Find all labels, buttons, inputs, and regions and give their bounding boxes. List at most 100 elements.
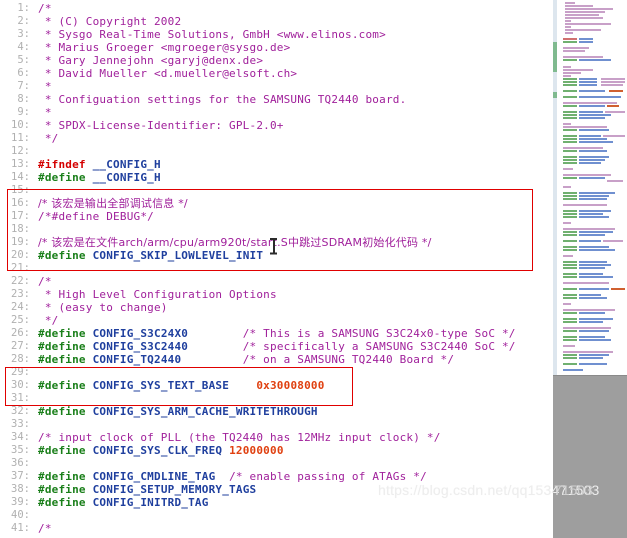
code-text[interactable]: #define CONFIG_SYS_CLK_FREQ 12000000 bbox=[38, 444, 284, 457]
code-line[interactable]: 2 * (C) Copyright 2002 bbox=[0, 15, 553, 28]
code-line[interactable]: 12 bbox=[0, 145, 553, 158]
minimap-line-mark bbox=[563, 336, 577, 338]
code-text[interactable]: /* bbox=[38, 522, 52, 535]
code-text[interactable]: #define __CONFIG_H bbox=[38, 171, 161, 184]
minimap-line-mark bbox=[563, 81, 577, 83]
code-text[interactable]: /* input clock of PLL (the TQ2440 has 12… bbox=[38, 431, 441, 444]
minimap-line-mark bbox=[563, 117, 577, 119]
minimap-pane[interactable] bbox=[553, 0, 627, 538]
code-text[interactable]: #define CONFIG_INITRD_TAG bbox=[38, 496, 209, 509]
minimap-line-mark bbox=[601, 78, 625, 80]
minimap-viewport-marker-secondary[interactable] bbox=[553, 92, 557, 98]
code-text[interactable]: #define CONFIG_TQ2440 /* on a SAMSUNG TQ… bbox=[38, 353, 454, 366]
minimap-line-mark bbox=[579, 267, 605, 269]
code-line[interactable]: 16 /* 该宏是输出全部调试信息 */ bbox=[0, 197, 553, 210]
minimap-line-mark bbox=[565, 5, 593, 7]
code-line[interactable]: 11 */ bbox=[0, 132, 553, 145]
code-text[interactable]: #define CONFIG_CMDLINE_TAG /* enable pas… bbox=[38, 470, 427, 483]
line-number: 5 bbox=[0, 54, 30, 67]
code-line[interactable]: 22 /* bbox=[0, 275, 553, 288]
minimap-line-mark bbox=[563, 69, 593, 71]
code-text[interactable]: #define CONFIG_SKIP_LOWLEVEL_INIT bbox=[38, 249, 263, 262]
code-line[interactable]: 36 bbox=[0, 457, 553, 470]
code-line[interactable]: 7 * bbox=[0, 80, 553, 93]
code-text[interactable]: * Marius Groeger <mgroeger@sysgo.de> bbox=[38, 41, 290, 54]
code-line[interactable]: 41 /* bbox=[0, 522, 553, 535]
minimap-line-mark bbox=[563, 228, 615, 230]
code-line[interactable]: 13 #ifndef __CONFIG_H bbox=[0, 158, 553, 171]
minimap-end-divider bbox=[553, 375, 627, 376]
code-text[interactable]: * Gary Jennejohn <garyj@denx.de> bbox=[38, 54, 263, 67]
code-line[interactable]: 30 #define CONFIG_SYS_TEXT_BASE 0x3000800… bbox=[0, 379, 553, 392]
code-text[interactable]: /* bbox=[38, 2, 52, 15]
minimap-overview-ruler[interactable] bbox=[553, 0, 557, 376]
code-line[interactable]: 5 * Gary Jennejohn <garyj@denx.de> bbox=[0, 54, 553, 67]
code-line[interactable]: 27 #define CONFIG_S3C2440 /* specifically… bbox=[0, 340, 553, 353]
code-line[interactable]: 14 #define __CONFIG_H bbox=[0, 171, 553, 184]
line-number: 11 bbox=[0, 132, 30, 145]
code-line[interactable]: 3 * Sysgo Real-Time Solutions, GmbH <www… bbox=[0, 28, 553, 41]
code-line[interactable]: 24 * (easy to change) bbox=[0, 301, 553, 314]
code-text[interactable]: #define CONFIG_S3C24X0 /* This is a SAMS… bbox=[38, 327, 516, 340]
code-text[interactable]: * Configuation settings for the SAMSUNG … bbox=[38, 93, 406, 106]
code-line[interactable]: 1 /* bbox=[0, 2, 553, 15]
code-line[interactable]: 8 * Configuation settings for the SAMSUN… bbox=[0, 93, 553, 106]
code-editor-pane[interactable]: 1/*2 * (C) Copyright 20023 * Sysgo Real-… bbox=[0, 0, 553, 538]
code-line[interactable]: 15 bbox=[0, 184, 553, 197]
code-line[interactable]: 40 bbox=[0, 509, 553, 522]
code-line[interactable]: 26 #define CONFIG_S3C24X0 /* This is a SA… bbox=[0, 327, 553, 340]
code-line[interactable]: 23 * High Level Configuration Options bbox=[0, 288, 553, 301]
code-line[interactable]: 17 /*#define DEBUG*/ bbox=[0, 210, 553, 223]
line-number: 41 bbox=[0, 522, 30, 535]
code-line[interactable]: 6 * David Mueller <d.mueller@elsoft.ch> bbox=[0, 67, 553, 80]
code-text[interactable]: /* bbox=[38, 275, 52, 288]
code-text[interactable]: */ bbox=[38, 314, 58, 327]
code-text[interactable]: /* 该宏是在文件arch/arm/cpu/arm920t/start.S中跳过… bbox=[38, 236, 432, 249]
minimap-line-mark bbox=[563, 41, 577, 43]
minimap-line-mark bbox=[579, 38, 593, 40]
line-number: 28 bbox=[0, 353, 30, 366]
code-line[interactable]: 9 * bbox=[0, 106, 553, 119]
code-text[interactable]: #define CONFIG_S3C2440 /* specifically a… bbox=[38, 340, 516, 353]
code-line[interactable]: 33 bbox=[0, 418, 553, 431]
minimap-viewport-indicator[interactable] bbox=[553, 42, 557, 72]
code-line[interactable]: 31 bbox=[0, 392, 553, 405]
line-number: 21 bbox=[0, 262, 30, 275]
minimap-line-mark bbox=[563, 204, 607, 206]
code-line[interactable]: 28 #define CONFIG_TQ2440 /* on a SAMSUNG … bbox=[0, 353, 553, 366]
code-line[interactable]: 18 bbox=[0, 223, 553, 236]
code-line[interactable]: 29 bbox=[0, 366, 553, 379]
code-line[interactable]: 34 /* input clock of PLL (the TQ2440 has … bbox=[0, 431, 553, 444]
minimap-canvas[interactable] bbox=[557, 0, 627, 376]
code-text[interactable]: * bbox=[38, 80, 52, 93]
code-text[interactable]: * David Mueller <d.mueller@elsoft.ch> bbox=[38, 67, 297, 80]
minimap-line-mark bbox=[563, 357, 577, 359]
code-text[interactable]: * High Level Configuration Options bbox=[38, 288, 277, 301]
minimap-line-mark bbox=[579, 78, 597, 80]
code-text[interactable]: * SPDX-License-Identifier: GPL-2.0+ bbox=[38, 119, 284, 132]
code-line[interactable]: 10 * SPDX-License-Identifier: GPL-2.0+ bbox=[0, 119, 553, 132]
code-text[interactable]: /*#define DEBUG*/ bbox=[38, 210, 154, 223]
code-text[interactable]: #define CONFIG_SETUP_MEMORY_TAGS bbox=[38, 483, 256, 496]
minimap-line-mark bbox=[603, 240, 623, 242]
code-text[interactable]: /* 该宏是输出全部调试信息 */ bbox=[38, 197, 188, 210]
code-text[interactable]: #ifndef __CONFIG_H bbox=[38, 158, 161, 171]
minimap-line-mark bbox=[607, 180, 623, 182]
minimap-line-mark bbox=[563, 282, 609, 284]
code-line[interactable]: 25 */ bbox=[0, 314, 553, 327]
minimap-line-mark bbox=[579, 111, 603, 113]
code-text[interactable]: * (easy to change) bbox=[38, 301, 168, 314]
code-text[interactable]: * (C) Copyright 2002 bbox=[38, 15, 181, 28]
code-line[interactable]: 4 * Marius Groeger <mgroeger@sysgo.de> bbox=[0, 41, 553, 54]
code-line[interactable]: 21 bbox=[0, 262, 553, 275]
code-text[interactable]: * Sysgo Real-Time Solutions, GmbH <www.e… bbox=[38, 28, 386, 41]
code-line[interactable]: 32 #define CONFIG_SYS_ARM_CACHE_WRITETHRO… bbox=[0, 405, 553, 418]
minimap-line-mark bbox=[563, 168, 573, 170]
code-text[interactable]: #define CONFIG_SYS_TEXT_BASE 0x30008000 bbox=[38, 379, 325, 392]
code-text[interactable]: * bbox=[38, 106, 52, 119]
code-text[interactable]: */ bbox=[38, 132, 58, 145]
line-number: 25 bbox=[0, 314, 30, 327]
code-text[interactable]: #define CONFIG_SYS_ARM_CACHE_WRITETHROUG… bbox=[38, 405, 318, 418]
minimap-line-mark bbox=[565, 17, 603, 19]
code-line[interactable]: 35 #define CONFIG_SYS_CLK_FREQ 12000000 bbox=[0, 444, 553, 457]
